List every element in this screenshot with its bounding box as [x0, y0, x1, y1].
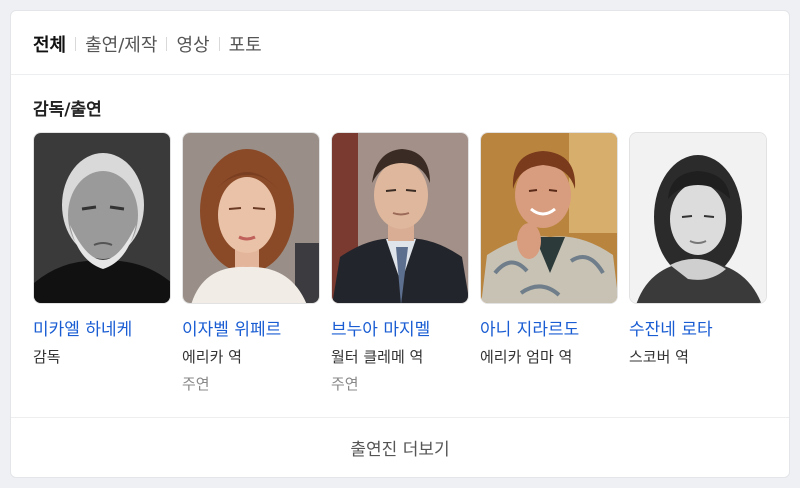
tab-separator — [218, 37, 220, 51]
person-role: 스코버 역 — [629, 348, 689, 366]
person-role: 월터 클레메 역 — [331, 348, 424, 366]
person-name[interactable]: 수잔네 로타 — [629, 315, 767, 340]
person-card: 미카엘 하네케 감독 — [33, 132, 171, 373]
tab-all[interactable]: 전체 — [33, 31, 66, 57]
person-photo-image — [34, 133, 170, 303]
person-photo-image — [332, 133, 468, 303]
person-role: 감독 — [33, 348, 61, 366]
tab-separator — [166, 37, 168, 51]
more-cast-button[interactable]: 출연진 더보기 — [11, 417, 789, 477]
person-photo-image — [481, 133, 617, 303]
person-name[interactable]: 브누아 마지멜 — [331, 315, 469, 340]
person-name[interactable]: 미카엘 하네케 — [33, 315, 171, 340]
person-card: 브누아 마지멜 월터 클레메 역 주연 — [331, 132, 469, 394]
tab-bar: 전체 출연/제작 영상 포토 — [33, 32, 262, 56]
person-name[interactable]: 이자벨 위페르 — [182, 315, 320, 340]
person-name[interactable]: 아니 지라르도 — [480, 315, 618, 340]
tab-photo[interactable]: 포토 — [229, 31, 262, 57]
person-credit-type: 주연 — [331, 375, 359, 393]
person-credit-type: 주연 — [182, 375, 210, 393]
person-photo[interactable] — [629, 132, 767, 304]
person-card: 수잔네 로타 스코버 역 — [629, 132, 767, 373]
person-card: 이자벨 위페르 에리카 역 주연 — [182, 132, 320, 394]
person-photo[interactable] — [480, 132, 618, 304]
person-role: 에리카 엄마 역 — [480, 348, 573, 366]
person-card: 아니 지라르도 에리카 엄마 역 — [480, 132, 618, 373]
filmography-card: 전체 출연/제작 영상 포토 감독/출연 미카엘 하네케 감독 이자벨 위페르 … — [10, 10, 790, 478]
tab-cast-crew[interactable]: 출연/제작 — [85, 31, 157, 57]
person-photo[interactable] — [182, 132, 320, 304]
tab-separator — [75, 37, 77, 51]
person-photo[interactable] — [33, 132, 171, 304]
person-photo-image — [183, 133, 319, 303]
tab-video[interactable]: 영상 — [176, 31, 209, 57]
person-photo[interactable] — [331, 132, 469, 304]
divider — [11, 74, 789, 75]
section-title: 감독/출연 — [33, 100, 102, 120]
person-photo-image — [630, 133, 766, 303]
person-role: 에리카 역 — [182, 348, 242, 366]
